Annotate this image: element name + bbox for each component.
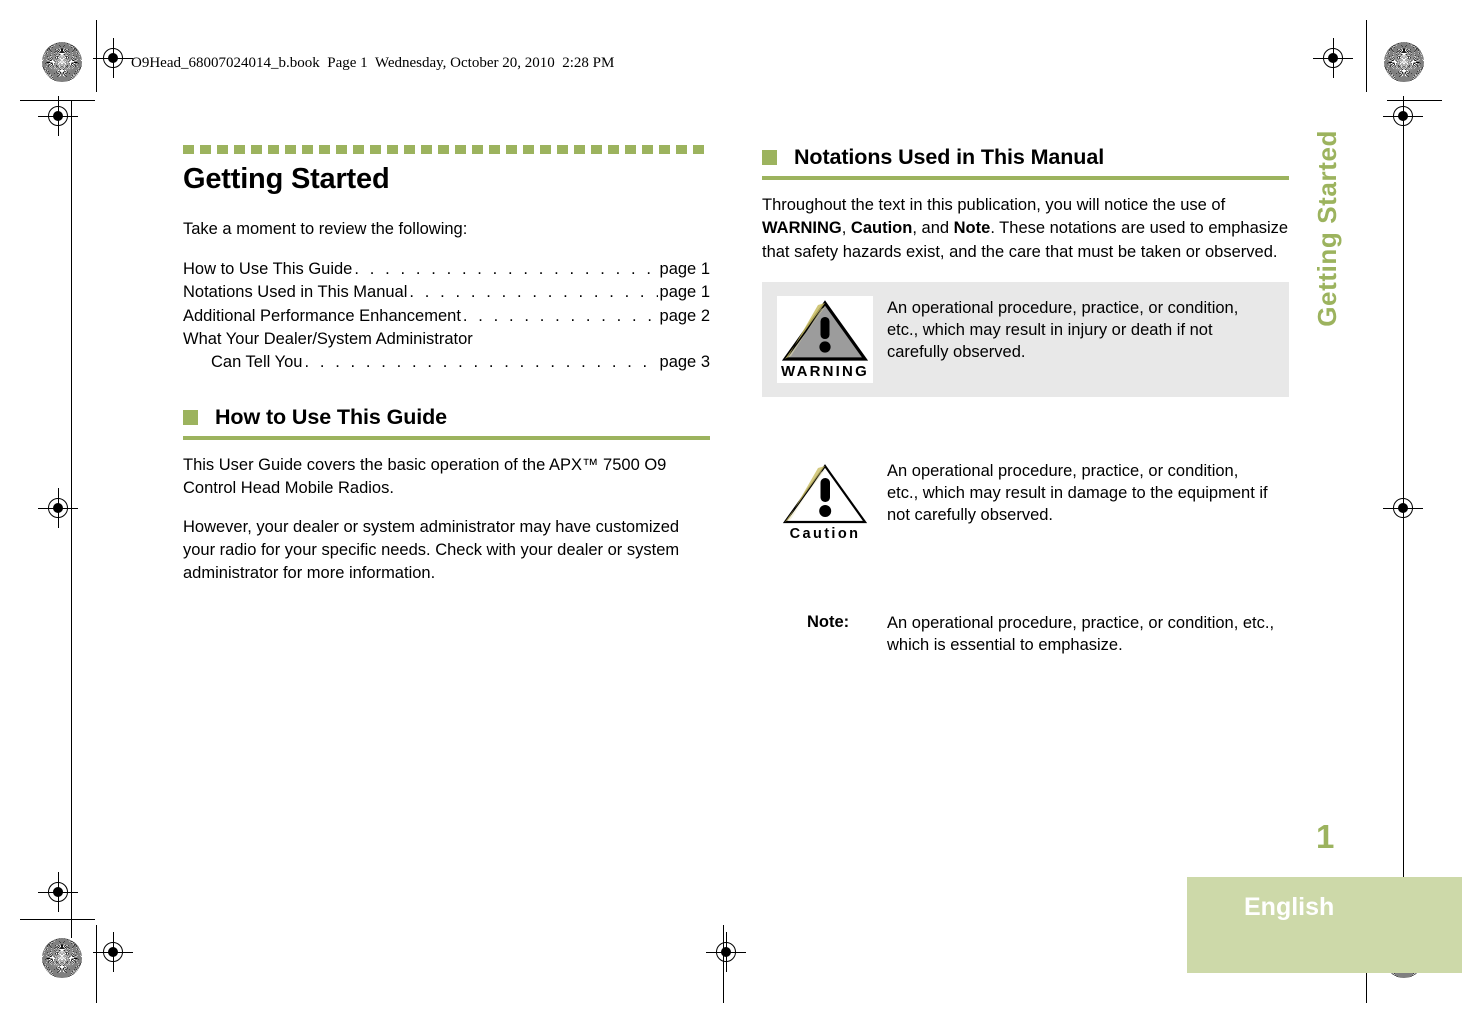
warning-keyword: WARNING <box>762 219 842 238</box>
toc-entry-label: What Your Dealer/System Administrator <box>183 330 473 349</box>
toc-entry-page: page 1 <box>659 283 710 302</box>
language-label: English <box>1244 893 1335 921</box>
toc-entry[interactable]: Additional Performance Enhancement . . .… <box>183 305 710 328</box>
registration-target-top-right <box>1313 38 1353 78</box>
table-of-contents: How to Use This Guide . . . . . . . . . … <box>183 258 710 375</box>
document-header-line: O9Head_68007024014_b.book Page 1 Wednesd… <box>131 55 615 71</box>
section-heading-how-to-use: How to Use This Guide <box>183 405 710 440</box>
page-title: Getting Started <box>183 163 390 195</box>
crop-line-top-right-vertical <box>1366 20 1367 92</box>
toc-entry-label: Additional Performance Enhancement <box>183 306 461 325</box>
toc-entry-label: Can Tell You <box>211 353 303 372</box>
intro-text-part-3: , and <box>912 219 954 238</box>
toc-entry-continuation[interactable]: Can Tell You . . . . . . . . . . . . . .… <box>183 351 710 374</box>
rosette-mark-bottom-left <box>42 938 82 978</box>
section-paragraph: However, your dealer or system administr… <box>183 518 680 582</box>
warning-triangle-icon <box>782 300 868 362</box>
registration-target-left-upper <box>38 96 78 136</box>
section-heading-label: How to Use This Guide <box>215 404 448 429</box>
language-bar: English <box>1187 877 1462 973</box>
rosette-mark-top-right <box>1384 42 1424 82</box>
intro-text-part-1: Throughout the text in this publication,… <box>762 196 1226 214</box>
registration-target-right-middle <box>1383 488 1423 528</box>
toc-leader-dots: . . . . . . . . . . . . . . . . . . . . … <box>354 259 657 278</box>
warning-text: An operational procedure, practice, or c… <box>887 299 1239 361</box>
caution-sign: Caution <box>777 459 873 545</box>
toc-entry-page: page 2 <box>659 306 710 325</box>
section-heading-notations: Notations Used in This Manual <box>762 145 1289 180</box>
caution-text: An operational procedure, practice, or c… <box>887 462 1268 524</box>
chapter-side-tab: Getting Started <box>1299 130 1355 550</box>
chapter-dashed-rule <box>183 145 710 154</box>
registration-target-left-lower <box>38 872 78 912</box>
toc-entry-page: page 1 <box>659 259 710 278</box>
toc-entry-page: page 3 <box>659 353 710 372</box>
section-heading-label: Notations Used in This Manual <box>794 145 1105 169</box>
section-bullet-square-icon <box>183 409 198 425</box>
toc-leader-dots: . . . . . . . . . . . . . . . . . . . . … <box>462 306 658 325</box>
caution-notation-box: Caution An operational procedure, practi… <box>762 445 1289 559</box>
chapter-side-tab-label: Getting Started <box>1311 130 1342 327</box>
registration-target-left-middle <box>38 488 78 528</box>
toc-leader-dots: . . . . . . . . . . . . . . . . . . . . … <box>409 283 657 302</box>
crop-line-bottom-left-vertical <box>96 925 97 1003</box>
note-text: An operational procedure, practice, or c… <box>887 614 1275 655</box>
intro-paragraph: Take a moment to review the following: <box>183 220 468 238</box>
registration-target-top-left <box>93 38 133 78</box>
toc-entry[interactable]: How to Use This Guide . . . . . . . . . … <box>183 258 710 281</box>
caution-triangle-icon <box>782 463 868 525</box>
warning-sign-label: WARNING <box>781 363 869 381</box>
right-content-column: Notations Used in This Manual Throughout… <box>762 145 1289 657</box>
caution-sign-label: Caution <box>789 526 861 543</box>
crop-line-top-left-vertical <box>96 20 97 92</box>
page-number: 1 <box>1316 818 1335 855</box>
intro-text-part-2: , <box>841 219 851 238</box>
registration-target-bottom-left <box>93 932 133 972</box>
toc-leader-dots: . . . . . . . . . . . . . . . . . . . . … <box>304 353 657 372</box>
toc-entry[interactable]: What Your Dealer/System Administrator <box>183 328 710 351</box>
note-keyword: Note <box>953 219 991 238</box>
notations-intro-paragraph: Throughout the text in this publication,… <box>762 194 1289 264</box>
toc-entry[interactable]: Notations Used in This Manual . . . . . … <box>183 281 710 304</box>
left-content-column: Getting Started Take a moment to review … <box>183 145 710 602</box>
section-bullet-square-icon <box>762 150 777 165</box>
rosette-mark-top-left <box>42 42 82 82</box>
toc-entry-label: How to Use This Guide <box>183 259 353 278</box>
crop-line-lower-left-horizontal <box>20 919 95 920</box>
note-notation-row: Note: An operational procedure, practice… <box>762 611 1289 657</box>
toc-entry-label: Notations Used in This Manual <box>183 283 408 302</box>
warning-sign: WARNING <box>777 296 873 384</box>
note-label: Note: <box>807 613 850 632</box>
crop-line-upper-right-horizontal <box>1387 100 1442 101</box>
caution-keyword: Caution <box>850 219 913 238</box>
warning-notation-box: WARNING An operational procedure, practi… <box>762 282 1289 398</box>
registration-target-bottom-center <box>706 932 746 972</box>
section-paragraph: This User Guide covers the basic operati… <box>183 455 667 497</box>
